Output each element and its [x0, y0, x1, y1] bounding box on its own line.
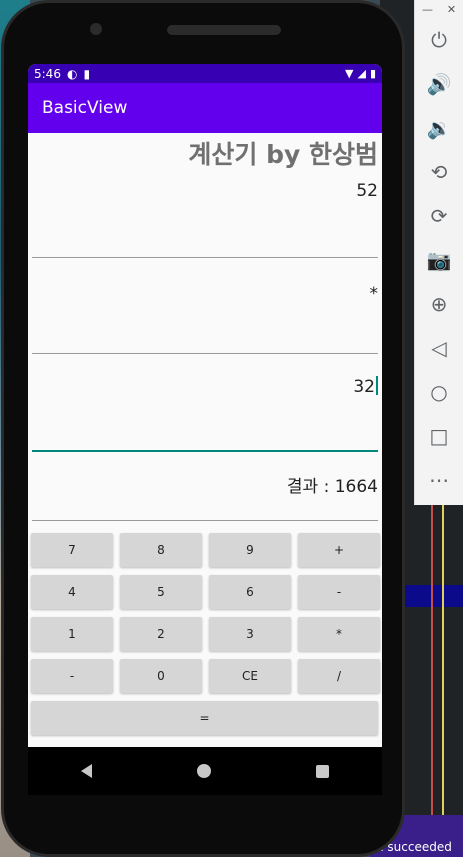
zoom-icon[interactable]: ⊕ — [415, 282, 463, 326]
phone-screen: 5:46 ◐ ▮ ▼ ◢ ▮ BasicView 계산기 by 한상범 52 *… — [28, 64, 382, 747]
rotate-left-icon[interactable]: ⟲ — [415, 150, 463, 194]
key-multiply[interactable]: * — [298, 617, 380, 651]
overview-icon[interactable]: □ — [415, 414, 463, 458]
result-display: 결과 : 1664 — [32, 452, 378, 521]
wifi-icon: ▼ — [345, 67, 354, 80]
operand2-field[interactable]: 32 — [32, 354, 378, 452]
key-4[interactable]: 4 — [31, 575, 113, 609]
notification-icon: ◐ — [66, 66, 78, 81]
keypad: 7 8 9 + 4 5 6 - 1 2 3 * - 0 CE / — [31, 533, 382, 693]
battery-icon: ▮ — [369, 67, 376, 80]
key-divide[interactable]: / — [298, 659, 380, 693]
key-negate[interactable]: - — [31, 659, 113, 693]
nav-home-icon[interactable] — [196, 764, 211, 778]
key-9[interactable]: 9 — [209, 533, 291, 567]
calculator-heading: 계산기 by 한상범 — [188, 140, 378, 169]
key-2[interactable]: 2 — [120, 617, 202, 651]
earpiece-speaker — [167, 25, 281, 35]
key-plus[interactable]: + — [298, 533, 380, 567]
volume-down-icon[interactable]: 🔉 — [415, 106, 463, 150]
android-nav-bar — [28, 747, 382, 795]
nav-recents-icon[interactable] — [316, 764, 330, 778]
result-underline — [32, 520, 378, 521]
key-clear[interactable]: CE — [209, 659, 291, 693]
key-1[interactable]: 1 — [31, 617, 113, 651]
key-7[interactable]: 7 — [31, 533, 113, 567]
rotate-right-icon[interactable]: ⟳ — [415, 194, 463, 238]
key-6[interactable]: 6 — [209, 575, 291, 609]
sd-card-icon: ▮ — [83, 66, 91, 81]
status-time: 5:46 — [34, 66, 61, 81]
emulator-toolbar: — ✕ ⏻ 🔊 🔉 ⟲ ⟳ 📷 ⊕ ◁ ○ □ ⋯ — [414, 0, 463, 505]
front-camera — [90, 23, 102, 35]
ide-guide-line — [442, 500, 444, 857]
key-minus[interactable]: - — [298, 575, 380, 609]
camera-icon[interactable]: 📷 — [415, 238, 463, 282]
back-icon[interactable]: ◁ — [415, 326, 463, 370]
key-3[interactable]: 3 — [209, 617, 291, 651]
volume-up-icon[interactable]: 🔊 — [415, 62, 463, 106]
text-cursor — [376, 376, 378, 395]
key-5[interactable]: 5 — [120, 575, 202, 609]
key-0[interactable]: 0 — [120, 659, 202, 693]
ide-highlight-strip — [405, 585, 463, 607]
close-icon[interactable]: ✕ — [447, 3, 456, 16]
status-bar: 5:46 ◐ ▮ ▼ ◢ ▮ — [28, 64, 382, 83]
power-icon[interactable]: ⏻ — [415, 18, 463, 62]
toolbar-window-controls: — ✕ — [415, 0, 463, 18]
app-title: BasicView — [42, 98, 128, 118]
operator-value: * — [369, 284, 379, 304]
ide-guide-line — [431, 500, 433, 857]
more-icon[interactable]: ⋯ — [415, 458, 463, 502]
key-equals[interactable]: = — [31, 701, 378, 735]
operand2-value: 32 — [353, 377, 375, 397]
minimize-icon[interactable]: — — [422, 3, 433, 16]
result-text: 결과 : 1664 — [286, 477, 378, 497]
operator-field[interactable]: * — [32, 258, 378, 354]
signal-icon: ◢ — [357, 67, 366, 80]
operand1-field[interactable]: 52 — [32, 181, 378, 258]
app-bar: BasicView — [28, 83, 382, 133]
nav-back-icon[interactable] — [80, 764, 92, 778]
home-icon[interactable]: ○ — [415, 370, 463, 414]
key-8[interactable]: 8 — [120, 533, 202, 567]
operand1-value: 52 — [356, 181, 378, 201]
